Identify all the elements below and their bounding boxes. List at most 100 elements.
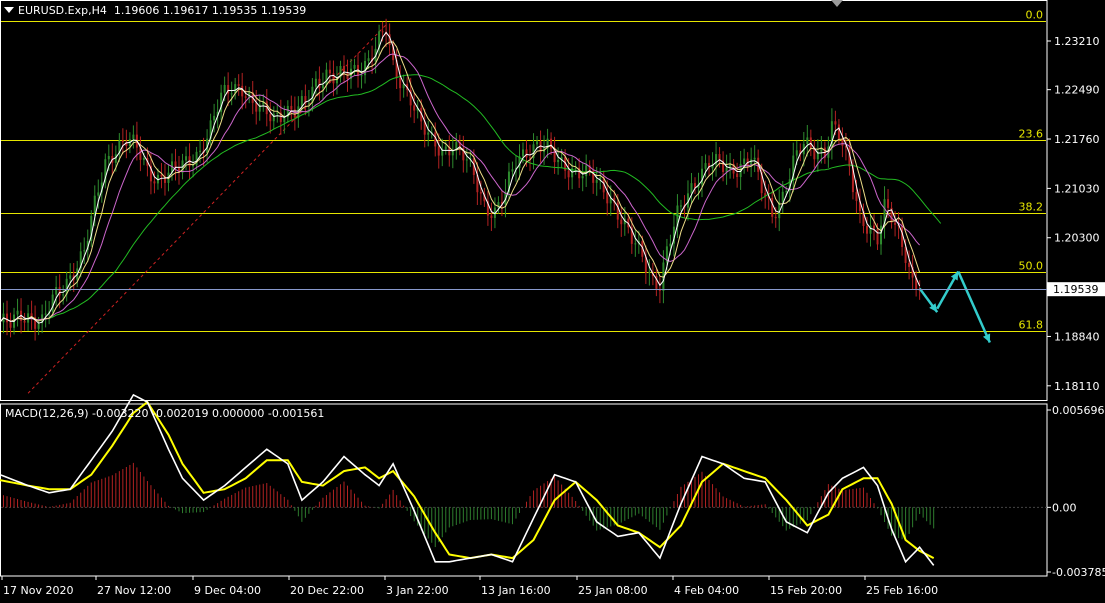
candle-body xyxy=(865,225,868,234)
candle-body xyxy=(620,219,623,225)
macd-histogram xyxy=(3,462,935,548)
fib-level-label: 0.0 xyxy=(1026,9,1044,22)
candle-body xyxy=(490,215,493,218)
candle-body xyxy=(23,320,26,323)
time-tick-label: 27 Nov 12:00 xyxy=(97,584,171,597)
candle-body xyxy=(230,93,233,95)
candle-body xyxy=(153,181,156,184)
candle-body xyxy=(367,58,370,61)
candle-body xyxy=(444,146,447,150)
candle-body xyxy=(37,323,40,329)
candle-body xyxy=(16,310,19,315)
candle-body xyxy=(522,149,524,157)
candle-body xyxy=(381,31,384,33)
candle-body xyxy=(318,78,321,89)
macd-pane-frame xyxy=(0,403,1048,577)
candle-body xyxy=(185,156,188,161)
candle-body xyxy=(55,287,58,295)
candle-body xyxy=(300,96,303,107)
candle-body xyxy=(9,322,12,328)
candle-body xyxy=(806,137,809,145)
chart-window[interactable]: 0.0 23.6 38.2 50.0 61.8 1.23210 1.22490 1.21760… xyxy=(0,0,1105,599)
chart-menu-icon[interactable] xyxy=(4,7,14,13)
time-tick-label: 4 Feb 04:00 xyxy=(674,584,739,597)
candle-body xyxy=(97,192,100,196)
candle-body xyxy=(83,250,86,252)
time-tick-label: 13 Jan 16:00 xyxy=(481,584,551,597)
candle-body xyxy=(427,132,430,135)
candle-body xyxy=(525,149,528,158)
candle-body xyxy=(269,114,272,122)
chart-header: EURUSD.Exp,H4 1.19606 1.19617 1.19535 1.… xyxy=(18,4,306,17)
candle-body xyxy=(595,179,598,183)
candle-body xyxy=(606,192,609,204)
candle-body xyxy=(648,271,651,273)
macd-tick-label: -0.003785 xyxy=(1052,566,1105,579)
time-tick-label: 20 Dec 22:00 xyxy=(290,584,364,597)
candle-body xyxy=(785,191,788,193)
price-tick-label: 1.20300 xyxy=(1054,232,1100,245)
candle-body xyxy=(704,163,707,169)
candle-body xyxy=(321,84,324,89)
candle-body xyxy=(307,102,310,104)
candle-body xyxy=(536,141,539,145)
candle-body xyxy=(325,69,328,85)
candle-body xyxy=(876,228,879,245)
candle-body xyxy=(465,159,468,161)
candle-body xyxy=(44,313,47,315)
time-tick-label: 3 Jan 22:00 xyxy=(386,584,449,597)
time-tick-label: 25 Jan 08:00 xyxy=(578,584,648,597)
chart-canvas[interactable]: 0.0 23.6 38.2 50.0 61.8 1.23210 1.22490 1.21760… xyxy=(0,0,1105,599)
candle-body xyxy=(132,134,135,140)
candle-body xyxy=(121,140,124,142)
candle-body xyxy=(223,85,226,93)
candle-body xyxy=(690,183,693,194)
candle-body xyxy=(332,73,335,84)
fib-level-label: 23.6 xyxy=(1019,128,1044,141)
price-tick-label: 1.18110 xyxy=(1054,380,1100,393)
price-pane-frame xyxy=(0,0,1048,401)
candles xyxy=(2,18,921,341)
time-tick-label: 17 Nov 2020 xyxy=(3,584,73,597)
time-tick-label: 15 Feb 20:00 xyxy=(770,584,842,597)
ma-slow-line xyxy=(0,53,920,323)
candle-body xyxy=(753,157,756,160)
candle-body xyxy=(346,72,349,79)
candle-body xyxy=(237,84,240,86)
candle-body xyxy=(290,105,293,110)
candle-body xyxy=(142,158,145,160)
candle-body xyxy=(834,121,837,125)
chart-shift-marker-icon[interactable] xyxy=(831,0,843,7)
candle-body xyxy=(255,102,258,112)
candle-body xyxy=(283,117,286,123)
symbol-label: EURUSD.Exp,H4 xyxy=(18,4,107,17)
candle-body xyxy=(353,64,356,69)
candle-body xyxy=(199,150,202,152)
candle-body xyxy=(550,138,553,149)
candle-body xyxy=(781,191,784,203)
candle-body xyxy=(841,138,844,146)
candle-body xyxy=(887,199,890,208)
candle-body xyxy=(276,112,279,114)
candle-body xyxy=(855,192,858,201)
candle-body xyxy=(62,294,65,296)
candle-body xyxy=(192,165,195,167)
candle-body xyxy=(241,85,244,97)
candle-body xyxy=(51,294,54,312)
candle-body xyxy=(107,156,110,160)
candle-body xyxy=(894,222,897,225)
candle-body xyxy=(244,96,247,98)
price-tick-label: 1.23210 xyxy=(1054,35,1100,48)
price-tick-label: 1.21030 xyxy=(1054,182,1100,195)
candle-body xyxy=(873,225,876,229)
price-tick-label: 1.18840 xyxy=(1054,330,1100,343)
candle-body xyxy=(479,192,482,194)
time-tick-label: 9 Dec 04:00 xyxy=(194,584,261,597)
candle-body xyxy=(774,216,777,219)
candle-body xyxy=(69,275,72,279)
candle-body xyxy=(413,105,416,111)
macd-tick-label: 0.00 xyxy=(1052,501,1077,514)
candle-body xyxy=(585,165,588,177)
candle-body xyxy=(213,115,216,121)
candle-body xyxy=(360,75,363,77)
